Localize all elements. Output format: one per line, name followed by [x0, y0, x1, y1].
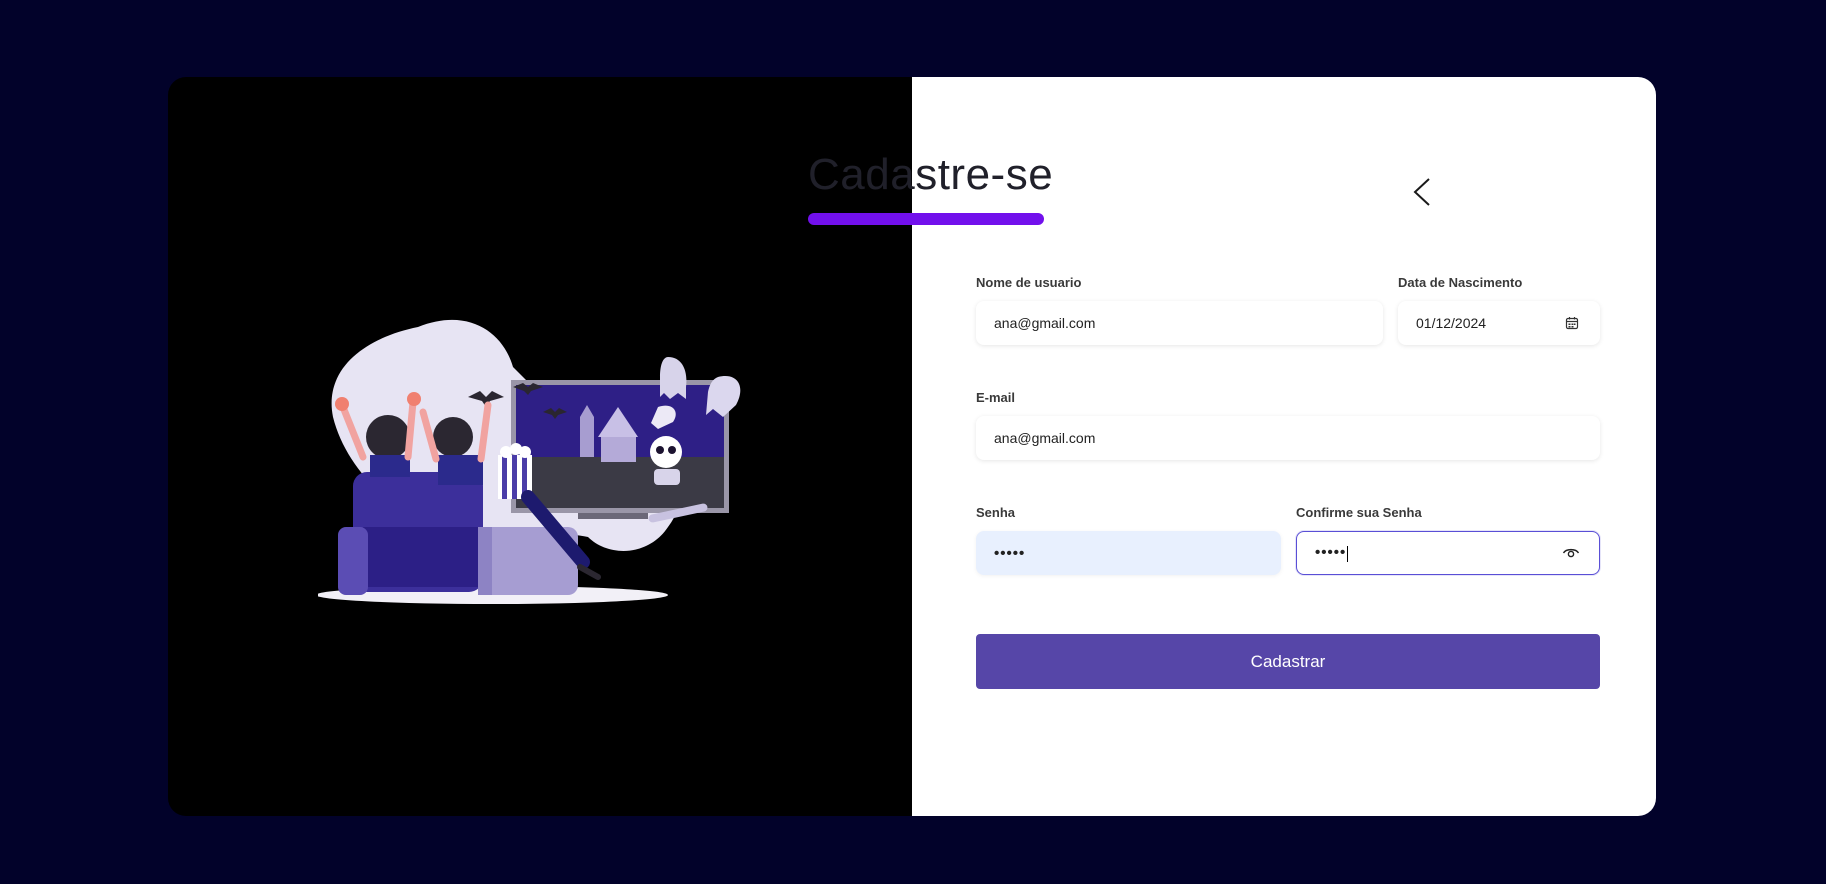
page-title: Cadastre-se — [808, 150, 1054, 199]
back-button[interactable] — [1408, 175, 1438, 209]
text-caret — [1347, 545, 1349, 562]
username-label: Nome de usuario — [976, 275, 1082, 290]
confirm-password-input[interactable]: ••••• — [1296, 531, 1600, 575]
birthdate-input[interactable]: 01/12/2024 — [1398, 301, 1600, 345]
calendar-icon[interactable] — [1562, 313, 1582, 333]
password-value: ••••• — [994, 544, 1026, 562]
birthdate-value: 01/12/2024 — [1416, 315, 1487, 331]
password-label: Senha — [976, 505, 1016, 520]
password-input[interactable]: ••••• — [976, 531, 1281, 575]
title-underline — [808, 213, 1044, 225]
confirm-password-label: Confirme sua Senha — [1296, 505, 1422, 520]
username-value: ana@gmail.com — [994, 315, 1096, 331]
username-input[interactable]: ana@gmail.com — [976, 301, 1383, 345]
illustration-panel — [168, 77, 912, 816]
email-input[interactable]: ana@gmail.com — [976, 416, 1600, 460]
email-label: E-mail — [976, 390, 1016, 405]
chevron-left-icon — [1413, 178, 1430, 206]
birthdate-label: Data de Nascimento — [1398, 275, 1523, 290]
register-button[interactable]: Cadastrar — [976, 634, 1600, 689]
email-value: ana@gmail.com — [994, 430, 1096, 446]
eye-icon[interactable] — [1561, 543, 1581, 563]
confirm-password-value: ••••• — [1315, 544, 1347, 562]
movie-night-illustration — [318, 319, 741, 604]
